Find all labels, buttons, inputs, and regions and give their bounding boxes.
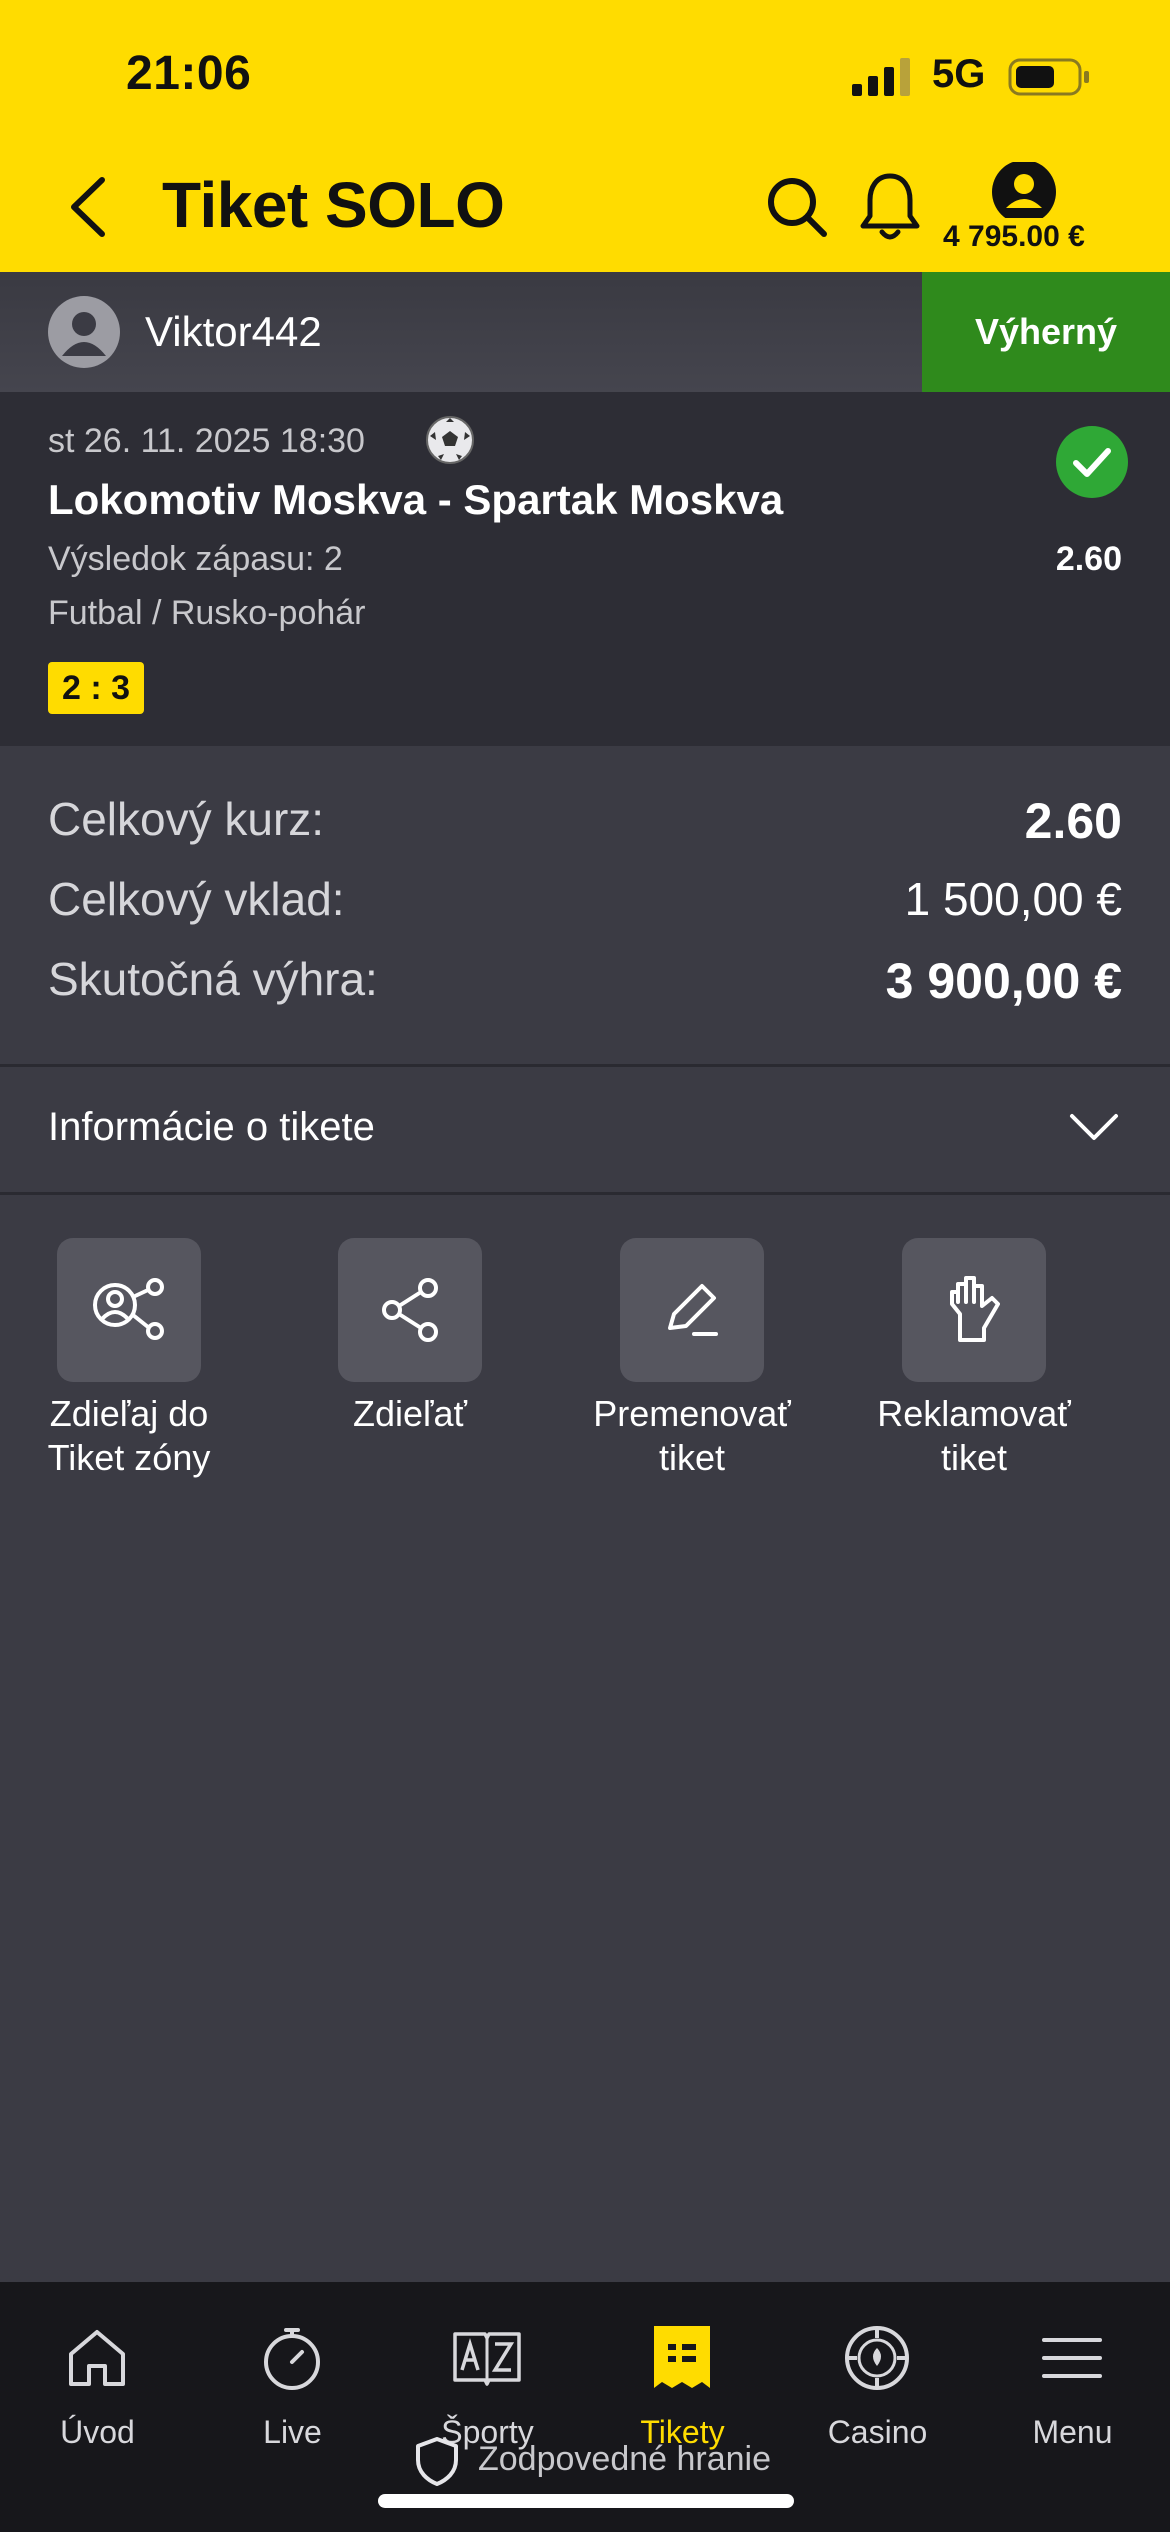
rename-ticket-button[interactable]: Premenovať tiket: [563, 1238, 813, 1488]
bet-market: Výsledok zápasu: 2: [48, 540, 343, 578]
ticket-owner-row: Viktor442 Výherný: [0, 272, 1170, 392]
nav-item-live[interactable]: Live: [195, 2302, 390, 2452]
nav-item-tickets[interactable]: Tikety: [585, 2302, 780, 2452]
match-league: Futbal / Rusko-pohár: [48, 594, 366, 632]
nav-item-sports[interactable]: Športy: [390, 2302, 585, 2452]
actual-win-value: 3 900,00 €: [885, 953, 1122, 1009]
action-label: Zdieľaj do Tiket zóny: [47, 1393, 211, 1478]
ticket-info-label: Informácie o tikete: [48, 1105, 375, 1149]
action-tile[interactable]: [338, 1238, 482, 1382]
responsible-gaming-link[interactable]: Zodpovedné hranie: [0, 2436, 1170, 2486]
actual-win-row: Skutočná výhra: 3 900,00 €: [48, 952, 1122, 1022]
pencil-icon: [668, 1284, 718, 1336]
total-stake-label: Celkový vklad:: [48, 873, 345, 925]
share-icon: [382, 1278, 438, 1342]
action-label: Premenovať tiket: [593, 1393, 791, 1478]
total-odds-row: Celkový kurz: 2.60: [48, 792, 1122, 862]
az-book-icon: [453, 2332, 521, 2386]
bet-selection-card: st 26. 11. 2025 18:30 Lokomotiv Moskva -…: [0, 392, 1170, 746]
actual-win-label: Skutočná výhra:: [48, 953, 378, 1005]
nav-item-home[interactable]: Úvod: [0, 2302, 195, 2452]
page-title: Tiket SOLO: [162, 169, 505, 241]
hand-icon: [950, 1276, 1000, 1342]
username: Viktor442: [145, 308, 322, 355]
signal-icon: [852, 58, 910, 96]
action-tile[interactable]: [902, 1238, 1046, 1382]
divider: [0, 1192, 1170, 1195]
action-tile[interactable]: [57, 1238, 201, 1382]
stopwatch-icon: [264, 2328, 320, 2390]
header: 21:06 5G Tiket SOLO 4 795.00 €: [0, 0, 1170, 272]
status-badge: Výherný: [922, 272, 1170, 392]
search-icon[interactable]: [764, 174, 830, 240]
status-time: 21:06: [126, 47, 252, 100]
total-odds-label: Celkový kurz:: [48, 793, 325, 845]
nav-item-menu[interactable]: Menu: [975, 2302, 1170, 2452]
share-button[interactable]: Zdieľať: [281, 1238, 531, 1488]
check-circle-icon: [1056, 426, 1128, 498]
total-stake-value: 1 500,00 €: [904, 873, 1122, 925]
total-stake-row: Celkový vklad: 1 500,00 €: [48, 872, 1122, 942]
user-icon: [992, 162, 1056, 218]
nav-item-casino[interactable]: Casino: [780, 2302, 975, 2452]
chevron-down-icon[interactable]: [1068, 1112, 1120, 1144]
selection-odds: 2.60: [1055, 540, 1122, 578]
account-button[interactable]: 4 795.00 €: [940, 158, 1170, 258]
action-label: Reklamovať tiket: [877, 1393, 1071, 1478]
casino-chip-icon: [845, 2326, 909, 2390]
bell-icon[interactable]: [858, 170, 922, 244]
shield-icon: [416, 2437, 458, 2486]
complaint-ticket-button[interactable]: Reklamovať tiket: [845, 1238, 1095, 1488]
responsible-gaming-label: Zodpovedné hranie: [478, 2440, 772, 2478]
hamburger-icon: [1042, 2338, 1102, 2378]
share-to-zone-icon: [93, 1278, 164, 1340]
action-label: Zdieľať: [352, 1393, 468, 1434]
ticket-icon: [654, 2326, 710, 2388]
home-icon: [69, 2330, 125, 2386]
score-badge: 2 : 3: [48, 662, 145, 714]
soccer-ball-icon: [426, 416, 474, 464]
ticket-info-toggle[interactable]: Informácie o tikete: [0, 1069, 1170, 1193]
avatar-icon: [48, 296, 120, 368]
ticket-actions: Zdieľaj do Tiket zóny Zdieľať Premenovať…: [0, 1196, 1170, 1496]
share-to-zone-button[interactable]: Zdieľaj do Tiket zóny: [0, 1238, 250, 1488]
home-indicator[interactable]: [378, 2494, 794, 2508]
match-teams: Lokomotiv Moskva - Spartak Moskva: [48, 476, 784, 523]
back-arrow-icon[interactable]: [62, 172, 114, 242]
ticket-summary: Celkový kurz: 2.60 Celkový vklad: 1 500,…: [0, 746, 1170, 1066]
divider: [0, 1064, 1170, 1067]
network-label: 5G: [932, 52, 986, 96]
total-odds-value: 2.60: [1024, 793, 1122, 849]
battery-icon: [1008, 58, 1089, 96]
match-datetime: st 26. 11. 2025 18:30: [48, 422, 365, 460]
action-tile[interactable]: [620, 1238, 764, 1382]
account-balance: 4 795.00 €: [943, 220, 1085, 253]
